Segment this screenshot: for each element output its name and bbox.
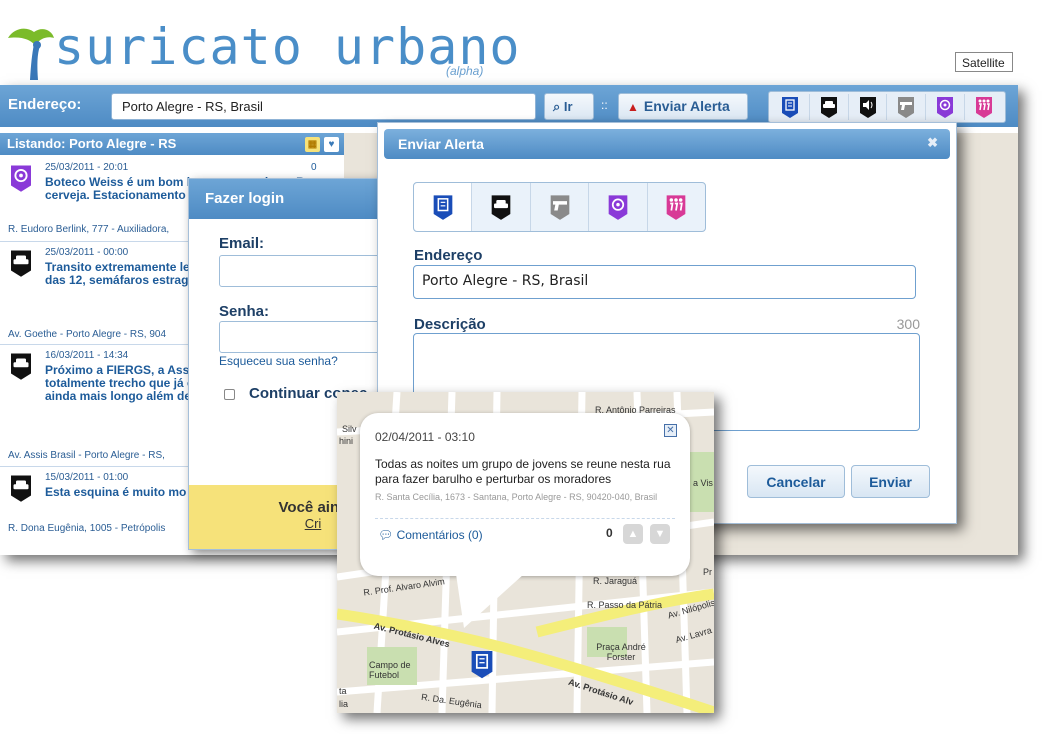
item-date: 25/03/2011 - 00:00 (45, 247, 129, 258)
road-label: Praça André Forster (596, 642, 646, 662)
popup-text: Todas as noites um grupo de jovens se re… (375, 457, 671, 486)
thumbs-down-icon[interactable]: ▼ (650, 524, 670, 544)
listing-title: Listando: Porto Alegre - RS (7, 136, 177, 151)
alert-address-input[interactable]: Porto Alegre - RS, Brasil (413, 265, 916, 299)
meerkat-logo-icon (8, 28, 54, 80)
note-icon (781, 97, 798, 118)
close-icon[interactable]: ✕ (664, 424, 677, 437)
brand-tag: (alpha) (446, 64, 484, 78)
category-selector (413, 182, 706, 232)
remember-checkbox[interactable] (224, 389, 235, 400)
road-label: hini (339, 436, 354, 446)
category-food[interactable] (589, 183, 648, 231)
car-icon (11, 475, 31, 502)
car-icon (820, 97, 837, 118)
filter-food[interactable] (926, 94, 966, 120)
send-alert-label: Enviar Alerta (643, 98, 730, 114)
category-people[interactable] (648, 183, 705, 231)
category-note[interactable] (414, 183, 473, 231)
filter-violence[interactable] (887, 94, 927, 120)
description-label: Descrição (414, 316, 486, 333)
item-date: 16/03/2011 - 14:34 (45, 350, 129, 361)
road-label: Campo de Futebol (369, 660, 411, 680)
address-input[interactable]: Porto Alegre - RS, Brasil (111, 93, 536, 120)
go-button-label: Ir (563, 99, 573, 114)
car-icon (491, 195, 511, 220)
popup-date: 02/04/2011 - 03:10 (375, 430, 475, 444)
send-button[interactable]: Enviar (851, 465, 930, 498)
email-label: Email: (219, 235, 265, 252)
food-icon (11, 165, 31, 192)
info-bubble-tail (456, 574, 524, 628)
toolbar-separator: :: (601, 98, 608, 112)
gun-icon (898, 97, 915, 118)
send-alert-button[interactable]: ▲ Enviar Alerta (618, 93, 748, 120)
satellite-button[interactable]: Satellite (955, 52, 1013, 72)
item-address: R. Dona Eugênia, 1005 - Petrópolis (8, 523, 166, 534)
note-icon (433, 195, 453, 220)
app-logo: suricato urbano (alpha) (4, 18, 524, 82)
filter-noise[interactable] (849, 94, 888, 120)
popup-address: R. Santa Cecília, 1673 - Santana, Porto … (375, 492, 658, 502)
item-address: Av. Goethe - Porto Alegre - RS, 904 (8, 329, 167, 340)
dialog-title: Enviar Alerta (398, 136, 484, 152)
item-address: R. Eudoro Berlink, 777 - Auxiliadora, (8, 224, 170, 235)
item-date: 25/03/2011 - 20:01 (45, 162, 129, 173)
road-label: Pr (703, 567, 712, 577)
vote-count: 0 (606, 526, 613, 540)
food-icon (608, 195, 628, 220)
divider (375, 518, 675, 519)
char-counter: 300 (896, 316, 920, 332)
warning-icon: ▲ (627, 100, 639, 114)
gun-icon (550, 195, 569, 220)
category-filter (768, 91, 1006, 123)
calendar-icon[interactable]: ▦ (305, 137, 320, 152)
road-label: a Vis (693, 478, 713, 488)
comments-link[interactable]: 💬︎ Comentários (0) (378, 528, 483, 542)
road-label: R. Passo da Pátria (587, 600, 663, 610)
top-toolbar: Endereço: Porto Alegre - RS, Brasil ⌕ Ir… (0, 85, 1018, 127)
item-address: Av. Assis Brasil - Porto Alegre - RS, (8, 450, 165, 461)
forgot-password-link[interactable]: Esqueceu sua senha? (219, 354, 338, 368)
car-icon (11, 250, 31, 277)
search-icon: ⌕ (553, 99, 564, 114)
comments-label: Comentários (0) (396, 528, 483, 542)
listing-header: Listando: Porto Alegre - RS ▦ ♥ (0, 133, 344, 155)
road-label: lia (339, 699, 349, 709)
filter-note[interactable] (771, 94, 810, 120)
comment-count: 0 (311, 162, 317, 173)
note-icon[interactable] (469, 648, 495, 680)
road-label: Silv (342, 424, 357, 434)
road-label: ta (339, 686, 347, 696)
dialog-header: Enviar Alerta ✖ (384, 129, 950, 159)
comment-icon: 💬︎ (378, 528, 397, 542)
item-date: 15/03/2011 - 01:00 (45, 472, 129, 483)
road-label: R. Jaraguá (593, 576, 638, 586)
people-icon (666, 195, 686, 220)
sound-icon (859, 97, 876, 118)
food-icon (937, 97, 954, 118)
close-icon[interactable]: ✖ (927, 135, 938, 151)
people-icon (976, 97, 993, 118)
heart-icon[interactable]: ♥ (324, 137, 339, 152)
filter-traffic[interactable] (810, 94, 849, 120)
cancel-button[interactable]: Cancelar (747, 465, 845, 498)
go-button[interactable]: ⌕ Ir (544, 93, 594, 120)
category-traffic[interactable] (472, 183, 531, 231)
address-field-label: Endereço (414, 247, 483, 264)
thumbs-up-icon[interactable]: ▲ (623, 524, 643, 544)
address-label: Endereço: (8, 96, 82, 113)
car-icon (11, 353, 31, 380)
password-label: Senha: (219, 303, 270, 320)
filter-people[interactable] (965, 94, 1003, 120)
category-violence[interactable] (531, 183, 590, 231)
